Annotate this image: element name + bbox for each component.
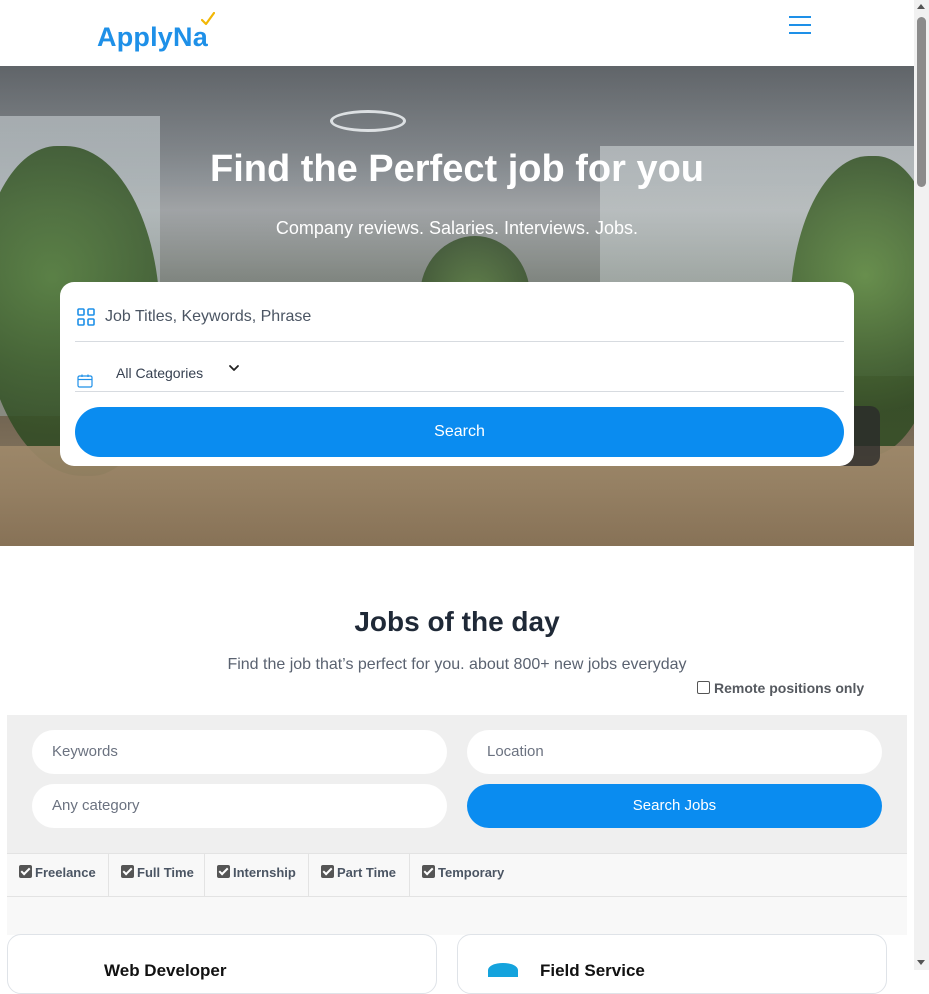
job-type-filters: Freelance Full Time Internship Part Time… — [7, 853, 907, 897]
job-type-label: Freelance — [35, 865, 96, 880]
category-select[interactable]: All Categories — [116, 365, 203, 381]
remote-label: Remote positions only — [714, 680, 865, 696]
applyna-logo[interactable]: ApplyNa — [97, 12, 217, 54]
category-field[interactable]: Any category — [32, 784, 447, 828]
job-title[interactable]: Web Developer — [104, 961, 227, 981]
job-type-temporary[interactable]: Temporary — [410, 854, 520, 896]
search-jobs-button[interactable]: Search Jobs — [467, 784, 882, 828]
job-title[interactable]: Field Service — [540, 961, 645, 981]
checkmark-icon — [201, 12, 215, 26]
logo-text: ApplyNa — [97, 22, 208, 52]
grid-icon — [77, 308, 95, 326]
checkbox-checked-icon[interactable] — [121, 865, 134, 878]
company-logo — [488, 963, 518, 977]
checkbox-checked-icon[interactable] — [217, 865, 230, 878]
job-keywords-input[interactable] — [105, 302, 825, 332]
job-card[interactable]: Field Service — [457, 934, 887, 994]
location-field[interactable]: Location — [467, 730, 882, 774]
checkbox-checked-icon[interactable] — [19, 865, 32, 878]
search-button[interactable]: Search — [75, 407, 844, 457]
remote-positions-toggle[interactable]: Remote positions only — [697, 680, 864, 698]
job-type-freelance[interactable]: Freelance — [7, 854, 109, 896]
job-type-label: Part Time — [337, 865, 397, 880]
job-type-full-time[interactable]: Full Time — [109, 854, 205, 896]
checkbox-checked-icon[interactable] — [422, 865, 435, 878]
category-row: All Categories — [75, 358, 844, 392]
hero-background-lamp — [330, 110, 406, 132]
page-scrollbar[interactable] — [914, 0, 929, 970]
hero-title: Find the Perfect job for you — [209, 148, 705, 190]
keywords-field[interactable]: Keywords — [32, 730, 447, 774]
scrollbar-thumb[interactable] — [917, 17, 926, 187]
job-type-label: Temporary — [438, 865, 505, 880]
hero-search-card: All Categories Search — [60, 282, 854, 466]
remote-checkbox[interactable] — [697, 681, 710, 694]
jobs-section-title: Jobs of the day — [354, 606, 560, 637]
job-type-part-time[interactable]: Part Time — [309, 854, 410, 896]
hero-banner: Find the Perfect job for you Company rev… — [0, 66, 914, 546]
scroll-down-arrow-icon[interactable] — [917, 960, 925, 965]
calendar-icon — [77, 374, 93, 388]
job-card[interactable]: Web Developer — [7, 934, 437, 994]
checkbox-checked-icon[interactable] — [321, 865, 334, 878]
keywords-row — [75, 296, 844, 342]
hamburger-menu-icon[interactable] — [789, 16, 813, 36]
job-type-internship[interactable]: Internship — [205, 854, 309, 896]
job-type-label: Internship — [233, 865, 296, 880]
site-header: ApplyNa — [0, 0, 914, 66]
chevron-down-icon[interactable] — [228, 362, 240, 374]
job-type-label: Full Time — [137, 865, 194, 880]
scroll-up-arrow-icon[interactable] — [917, 4, 925, 9]
job-list-spacer — [7, 897, 907, 935]
hero-subtitle: Company reviews. Salaries. Interviews. J… — [275, 218, 639, 238]
jobs-section-subtitle: Find the job that’s perfect for you. abo… — [227, 656, 687, 673]
job-filter-panel: Keywords Location Any category Search Jo… — [7, 715, 907, 853]
